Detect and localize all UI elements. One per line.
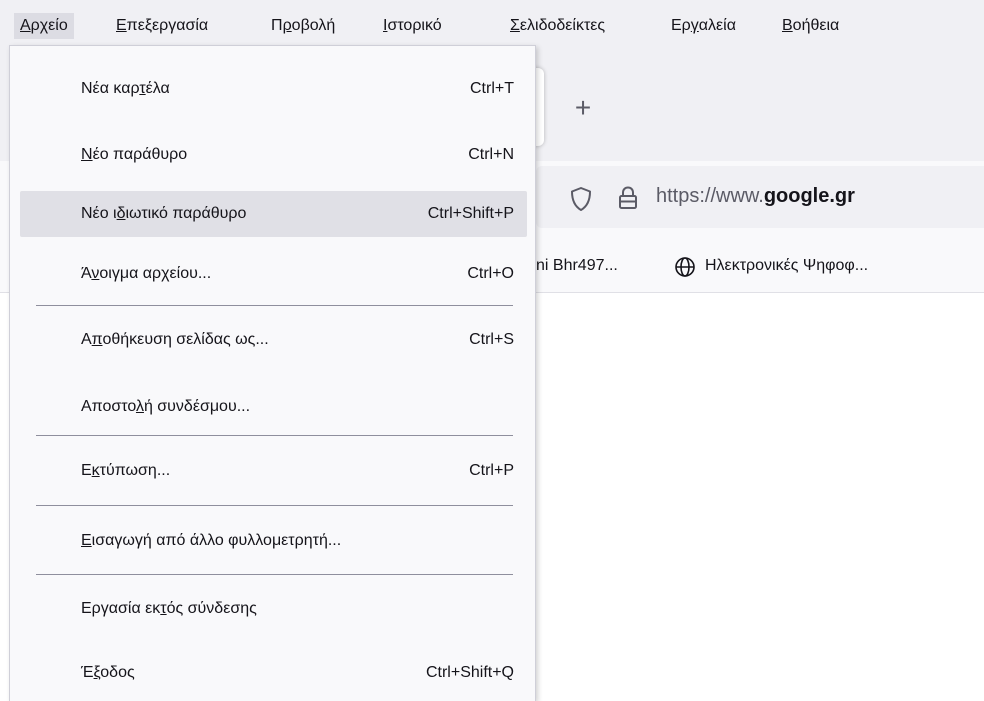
menu-bar: Αρχείο Επεξεργασία Προβολή Ιστορικό Σελι… xyxy=(0,0,984,44)
menu-item-label: Νέο παράθυρο xyxy=(81,146,188,163)
menu-item-shortcut: Ctrl+T xyxy=(470,80,514,97)
file-menu-dropdown: Νέα καρτέλα Ctrl+T Νέο παράθυρο Ctrl+N Ν… xyxy=(9,45,536,701)
bookmark-item[interactable]: ni Bhr497... xyxy=(536,257,618,275)
menu-item-save-page[interactable]: Αποθήκευση σελίδας ως... Ctrl+S xyxy=(20,317,527,363)
menu-item-shortcut: Ctrl+S xyxy=(469,331,514,348)
menu-item-new-private-window[interactable]: Νέο ιδιωτικό παράθυρο Ctrl+Shift+P xyxy=(20,191,527,237)
menu-tools[interactable]: Εργαλεία xyxy=(671,17,736,35)
menu-item-email-link[interactable]: Αποστολή συνδέσμου... xyxy=(20,384,527,430)
menu-history[interactable]: Ιστορικό xyxy=(383,17,442,35)
menu-item-work-offline[interactable]: Εργασία εκτός σύνδεσης xyxy=(20,586,527,632)
bookmark-item[interactable]: Ηλεκτρονικές Ψηφοφ... xyxy=(705,257,868,275)
menu-separator xyxy=(36,574,513,575)
menu-separator xyxy=(36,305,513,306)
menu-item-label: Αποστολή συνδέσμου... xyxy=(81,398,251,415)
menu-item-label: Έξοδος xyxy=(81,664,135,681)
menu-item-new-tab[interactable]: Νέα καρτέλα Ctrl+T xyxy=(20,66,527,112)
menu-view[interactable]: Προβολή xyxy=(271,17,335,35)
globe-icon xyxy=(674,256,696,283)
menu-item-label: Νέα καρτέλα xyxy=(81,80,170,97)
menu-item-shortcut: Ctrl+O xyxy=(467,265,514,282)
menu-item-shortcut: Ctrl+Shift+Q xyxy=(425,664,514,681)
menu-edit[interactable]: Επεξεργασία xyxy=(116,17,208,35)
menu-separator xyxy=(36,435,513,436)
menu-item-new-window[interactable]: Νέο παράθυρο Ctrl+N xyxy=(20,132,527,178)
menu-item-open-file[interactable]: Άνοιγμα αρχείου... Ctrl+O xyxy=(20,251,527,297)
new-tab-button[interactable]: + xyxy=(568,93,598,123)
menu-item-label: Άνοιγμα αρχείου... xyxy=(81,265,212,282)
menu-item-print[interactable]: Εκτύπωση... Ctrl+P xyxy=(20,448,527,494)
menu-item-label: Εκτύπωση... xyxy=(81,462,171,479)
menu-item-shortcut: Ctrl+Shift+P xyxy=(427,205,514,222)
menu-item-shortcut: Ctrl+P xyxy=(469,462,514,479)
menu-item-label: Εργασία εκτός σύνδεσης xyxy=(81,600,257,617)
menu-item-shortcut: Ctrl+N xyxy=(468,146,514,163)
menu-item-exit[interactable]: Έξοδος Ctrl+Shift+Q xyxy=(20,650,527,696)
menu-separator xyxy=(36,505,513,506)
url-text[interactable]: https://www.google.gr xyxy=(656,185,855,208)
menu-item-label: Νέο ιδιωτικό παράθυρο xyxy=(81,205,247,222)
menu-item-import[interactable]: Εισαγωγή από άλλο φυλλομετρητή... xyxy=(20,518,527,564)
shield-icon[interactable] xyxy=(570,186,592,217)
lock-icon[interactable] xyxy=(617,185,639,216)
menu-help[interactable]: Βοήθεια xyxy=(782,17,839,35)
menu-bookmarks[interactable]: Σελιδοδείκτες xyxy=(510,17,605,35)
menu-item-label: Εισαγωγή από άλλο φυλλομετρητή... xyxy=(81,532,342,549)
menu-file[interactable]: Αρχείο xyxy=(14,13,74,39)
menu-item-label: Αποθήκευση σελίδας ως... xyxy=(81,331,269,348)
